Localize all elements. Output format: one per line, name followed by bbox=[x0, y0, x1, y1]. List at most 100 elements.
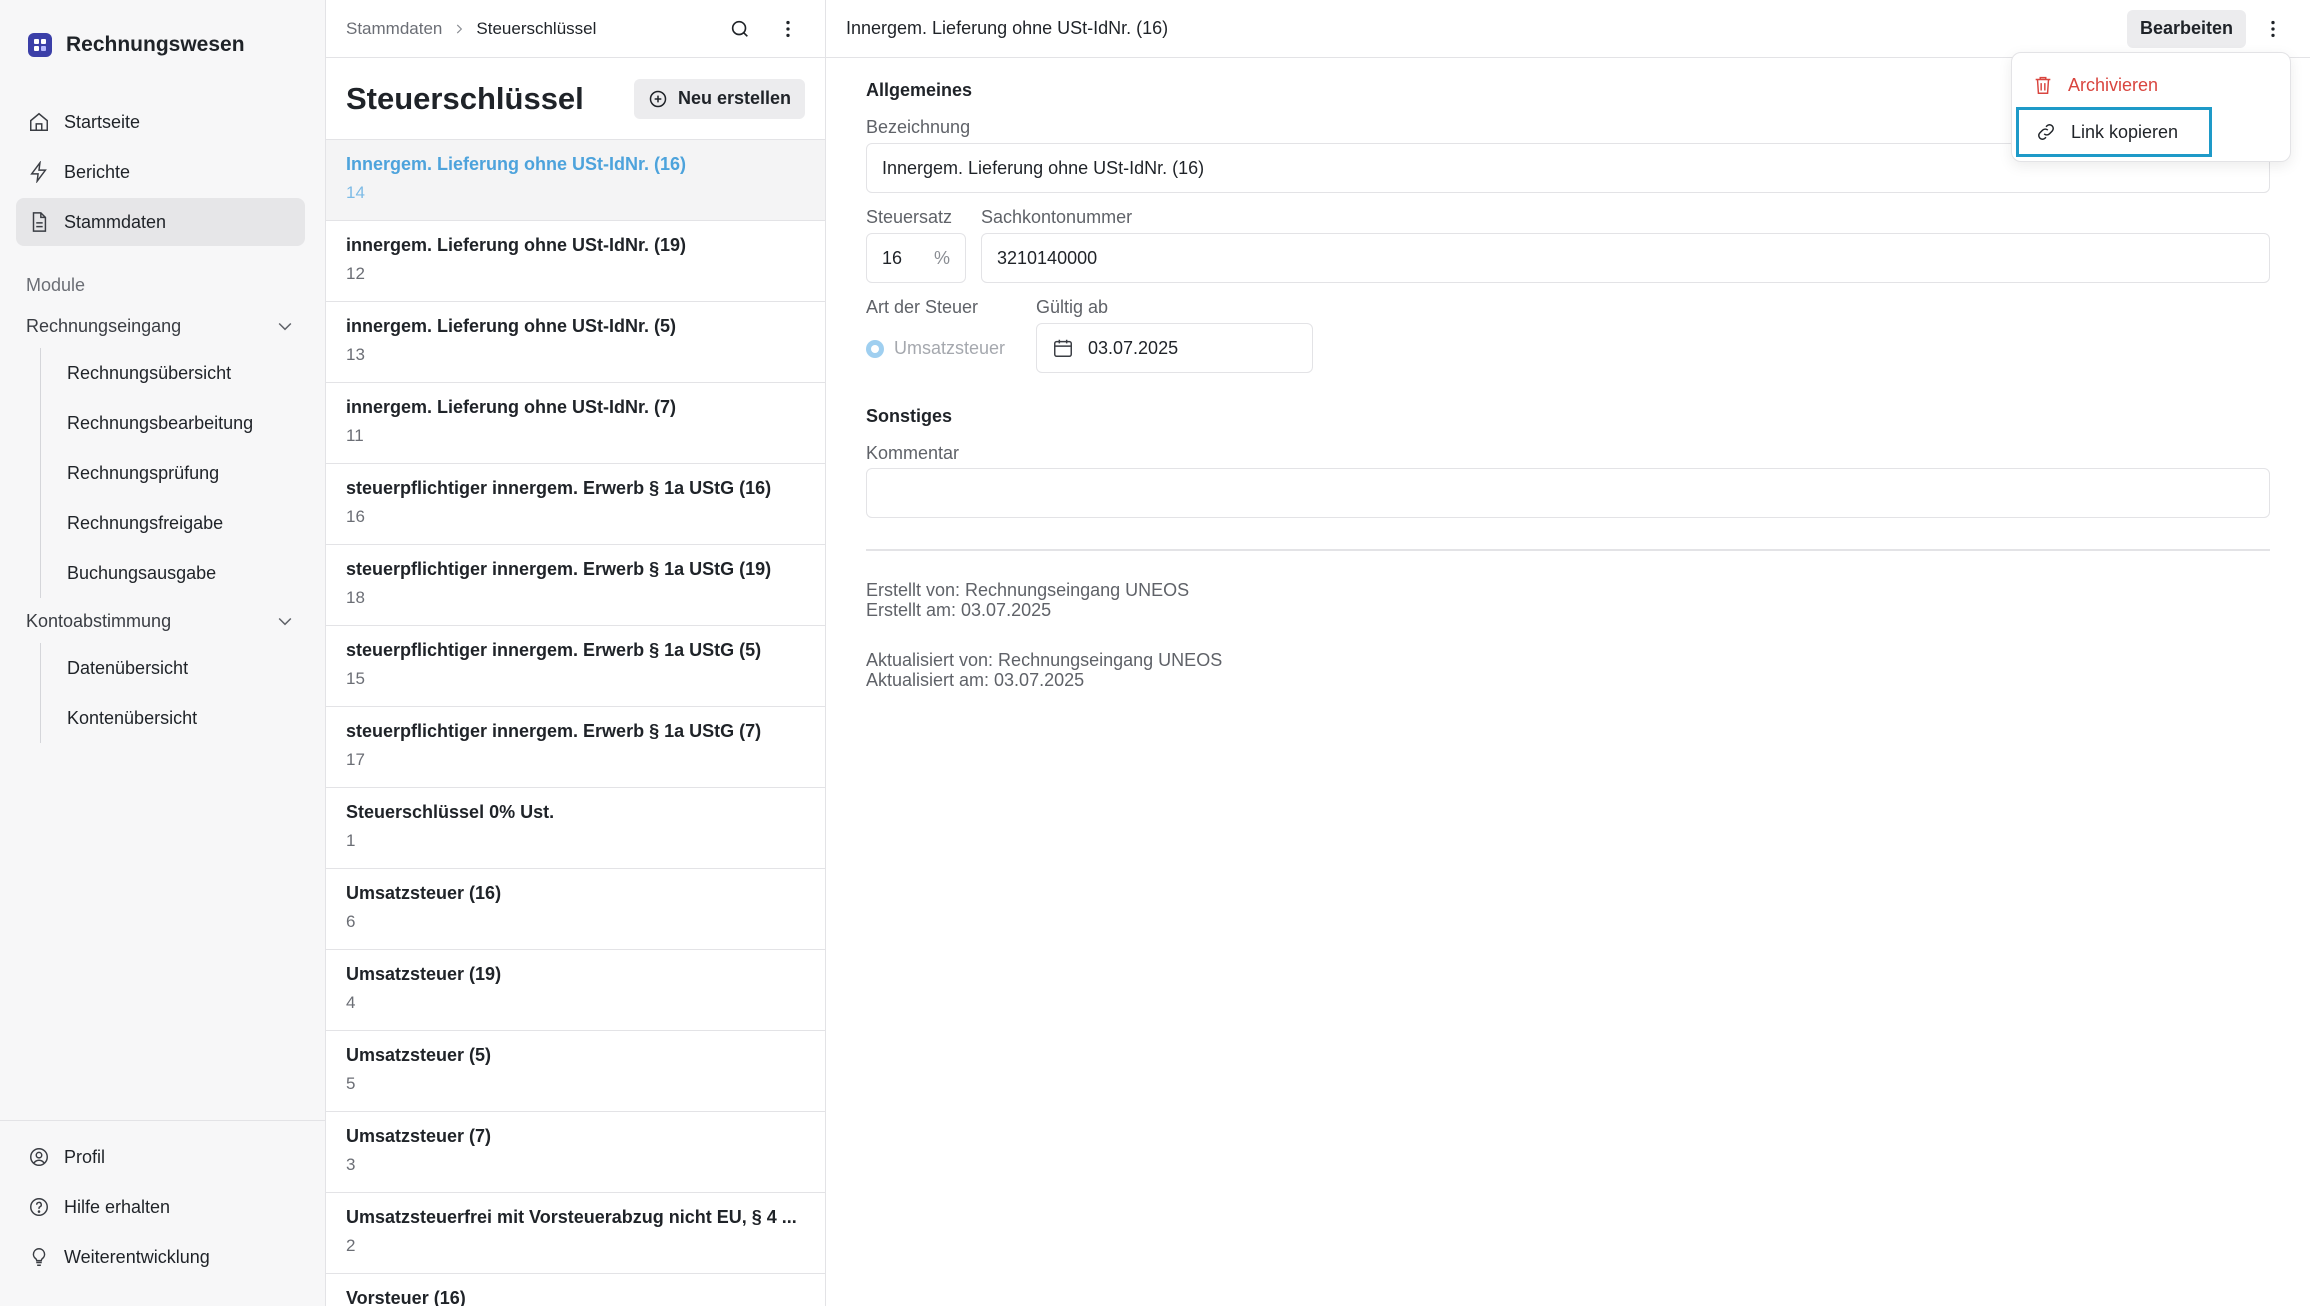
create-new-button[interactable]: Neu erstellen bbox=[633, 78, 805, 119]
nav-item-weiterentwicklung[interactable]: Weiterentwicklung bbox=[16, 1233, 310, 1281]
sidebar-item-datenuebersicht[interactable]: Datenübersicht bbox=[67, 643, 305, 693]
list-item[interactable]: steuerpflichtiger innergem. Erwerb § 1a … bbox=[326, 626, 825, 707]
list-item-title: Umsatzsteuer (19) bbox=[346, 964, 502, 984]
list-item-title: innergem. Lieferung ohne USt-IdNr. (7) bbox=[346, 397, 677, 417]
list-item-number: 12 bbox=[346, 264, 365, 283]
list-item[interactable]: Vorsteuer (16) bbox=[326, 1274, 825, 1306]
list-header: Steuerschlüssel Neu erstellen bbox=[326, 58, 825, 140]
bezeichnung-value: Innergem. Lieferung ohne USt-IdNr. (16) bbox=[882, 157, 1205, 178]
context-menu: Archivieren Link kopieren bbox=[2011, 52, 2291, 162]
list-item[interactable]: innergem. Lieferung ohne USt-IdNr. (7) 11 bbox=[326, 383, 825, 464]
list-item[interactable]: innergem. Lieferung ohne USt-IdNr. (5) 13 bbox=[326, 302, 825, 383]
list-item[interactable]: innergem. Lieferung ohne USt-IdNr. (19) 1… bbox=[326, 221, 825, 302]
gueltig-ab-label: Gültig ab bbox=[1036, 297, 1109, 317]
sachkonto-field[interactable]: 3210140000 bbox=[981, 233, 2270, 283]
list-item[interactable]: Steuerschlüssel 0% Ust. 1 bbox=[326, 788, 825, 869]
list-item[interactable]: steuerpflichtiger innergem. Erwerb § 1a … bbox=[326, 545, 825, 626]
list-item-number: 15 bbox=[346, 669, 365, 688]
detail-more-button[interactable] bbox=[2256, 12, 2290, 46]
list-item[interactable]: Umsatzsteuerfrei mit Vorsteuerabzug nich… bbox=[326, 1193, 825, 1274]
edit-button[interactable]: Bearbeiten bbox=[2126, 9, 2246, 48]
chevron-right-icon bbox=[457, 24, 463, 33]
nav-item-label: Berichte bbox=[64, 161, 131, 182]
gueltig-ab-date-field[interactable]: 03.07.2025 bbox=[1036, 323, 1313, 373]
steuersatz-field[interactable]: 16 % bbox=[866, 233, 966, 283]
trash-icon bbox=[2035, 76, 2051, 94]
nav-item-berichte[interactable]: Berichte bbox=[16, 148, 305, 196]
home-icon bbox=[30, 112, 48, 131]
nav-item-profil[interactable]: Profil bbox=[16, 1133, 310, 1181]
group-label: Rechnungseingang bbox=[26, 315, 182, 336]
sidebar-item-rechnungsfreigabe[interactable]: Rechnungsfreigabe bbox=[67, 498, 305, 548]
calendar-icon bbox=[1054, 339, 1072, 357]
list-item-title: Umsatzsteuerfrei mit Vorsteuerabzug nich… bbox=[346, 1207, 797, 1227]
copy-link-menu-item[interactable]: Link kopieren bbox=[2016, 107, 2212, 157]
detail-divider bbox=[866, 549, 2270, 551]
list-item[interactable]: steuerpflichtiger innergem. Erwerb § 1a … bbox=[326, 464, 825, 545]
sachkonto-value: 3210140000 bbox=[997, 247, 1098, 268]
list-item[interactable]: Umsatzsteuer (16) 6 bbox=[326, 869, 825, 950]
link-icon bbox=[2038, 124, 2054, 140]
lightbulb-icon bbox=[32, 1248, 46, 1266]
sidebar-item-rechnungsbearbeitung[interactable]: Rechnungsbearbeitung bbox=[67, 398, 305, 448]
list-item[interactable]: Umsatzsteuer (5) 5 bbox=[326, 1031, 825, 1112]
section-title-general: Allgemeines bbox=[866, 80, 973, 100]
list-item-number: 3 bbox=[346, 1155, 356, 1174]
sidebar-item-rechnungsuebersicht[interactable]: Rechnungsübersicht bbox=[67, 348, 305, 398]
sidebar: Rechnungswesen Startseite Berichte Stamm… bbox=[0, 0, 326, 1306]
nav-item-stammdaten[interactable]: Stammdaten bbox=[16, 198, 305, 246]
archive-menu-item[interactable]: Archivieren bbox=[2016, 61, 2212, 109]
sidebar-item-rechnungspruefung[interactable]: Rechnungsprüfung bbox=[67, 448, 305, 498]
chevron-down-icon bbox=[278, 617, 292, 626]
list-item-title: steuerpflichtiger innergem. Erwerb § 1a … bbox=[346, 478, 772, 498]
modules-section-label: Module bbox=[26, 275, 86, 295]
sidebar-item-kontenuebersicht[interactable]: Kontenübersicht bbox=[67, 693, 305, 743]
list-item-title: innergem. Lieferung ohne USt-IdNr. (5) bbox=[346, 316, 677, 336]
art-der-steuer-radio[interactable]: Umsatzsteuer bbox=[866, 338, 1005, 359]
help-circle-icon bbox=[30, 1198, 48, 1216]
list-item-number: 6 bbox=[346, 912, 356, 931]
list-item[interactable]: Innergem. Lieferung ohne USt-IdNr. (16) 1… bbox=[326, 140, 825, 221]
group-sublist: Datenübersicht Kontenübersicht bbox=[40, 643, 305, 743]
created-at: Erstellt am: 03.07.2025 bbox=[866, 600, 1052, 620]
list-item-title: innergem. Lieferung ohne USt-IdNr. (19) bbox=[346, 235, 687, 255]
steuersatz-label: Steuersatz bbox=[866, 207, 953, 227]
sidebar-item-buchungsausgabe[interactable]: Buchungsausgabe bbox=[67, 548, 305, 598]
list-item-number: 18 bbox=[346, 588, 365, 607]
document-icon bbox=[32, 212, 47, 232]
list-item-title: Umsatzsteuer (5) bbox=[346, 1045, 492, 1065]
detail-title: Innergem. Lieferung ohne USt-IdNr. (16) bbox=[846, 18, 1169, 38]
list-more-button[interactable] bbox=[771, 12, 805, 46]
list-item[interactable]: Umsatzsteuer (19) 4 bbox=[326, 950, 825, 1031]
chevron-down-icon bbox=[278, 322, 292, 331]
create-new-label: Neu erstellen bbox=[677, 88, 791, 108]
app-title: Rechnungswesen bbox=[66, 33, 245, 56]
list-item[interactable]: Umsatzsteuer (7) 3 bbox=[326, 1112, 825, 1193]
nav-item-label: Startseite bbox=[64, 111, 141, 132]
group-sublist: Rechnungsübersicht Rechnungsbearbeitung … bbox=[40, 348, 305, 598]
list-item-title: steuerpflichtiger innergem. Erwerb § 1a … bbox=[346, 721, 762, 741]
created-meta: Erstellt von: Rechnungseingang UNEOS Ers… bbox=[866, 580, 1189, 620]
group-toggle-rechnungseingang[interactable]: Rechnungseingang bbox=[16, 304, 305, 348]
app-brand[interactable]: Rechnungswesen bbox=[28, 33, 245, 57]
page-title: Steuerschlüssel bbox=[346, 80, 584, 116]
art-der-steuer-label: Art der Steuer bbox=[866, 297, 979, 317]
nav-item-hilfe[interactable]: Hilfe erhalten bbox=[16, 1183, 310, 1231]
search-button[interactable] bbox=[723, 12, 757, 46]
kommentar-label: Kommentar bbox=[866, 443, 960, 463]
user-circle-icon bbox=[30, 1148, 48, 1166]
list-item-title: steuerpflichtiger innergem. Erwerb § 1a … bbox=[346, 559, 772, 579]
breadcrumb: Stammdaten Steuerschlüssel bbox=[346, 19, 723, 39]
radio-selected-indicator bbox=[866, 339, 884, 358]
nav-item-label: Stammdaten bbox=[64, 211, 167, 232]
nav-item-startseite[interactable]: Startseite bbox=[16, 98, 305, 146]
sidebar-footer: Profil Hilfe erhalten Weiterentwicklung bbox=[0, 1120, 326, 1283]
group-toggle-kontoabstimmung[interactable]: Kontoabstimmung bbox=[16, 599, 305, 643]
nav-item-label: Profil bbox=[64, 1146, 106, 1167]
kommentar-field[interactable] bbox=[866, 468, 2270, 518]
list-item-number: 14 bbox=[346, 183, 365, 202]
breadcrumb-item-stammdaten[interactable]: Stammdaten bbox=[346, 19, 442, 39]
list-item-number: 4 bbox=[346, 993, 356, 1012]
list-item[interactable]: steuerpflichtiger innergem. Erwerb § 1a … bbox=[326, 707, 825, 788]
nav-group-kontoabstimmung: Kontoabstimmung Datenübersicht Kontenübe… bbox=[16, 599, 305, 743]
